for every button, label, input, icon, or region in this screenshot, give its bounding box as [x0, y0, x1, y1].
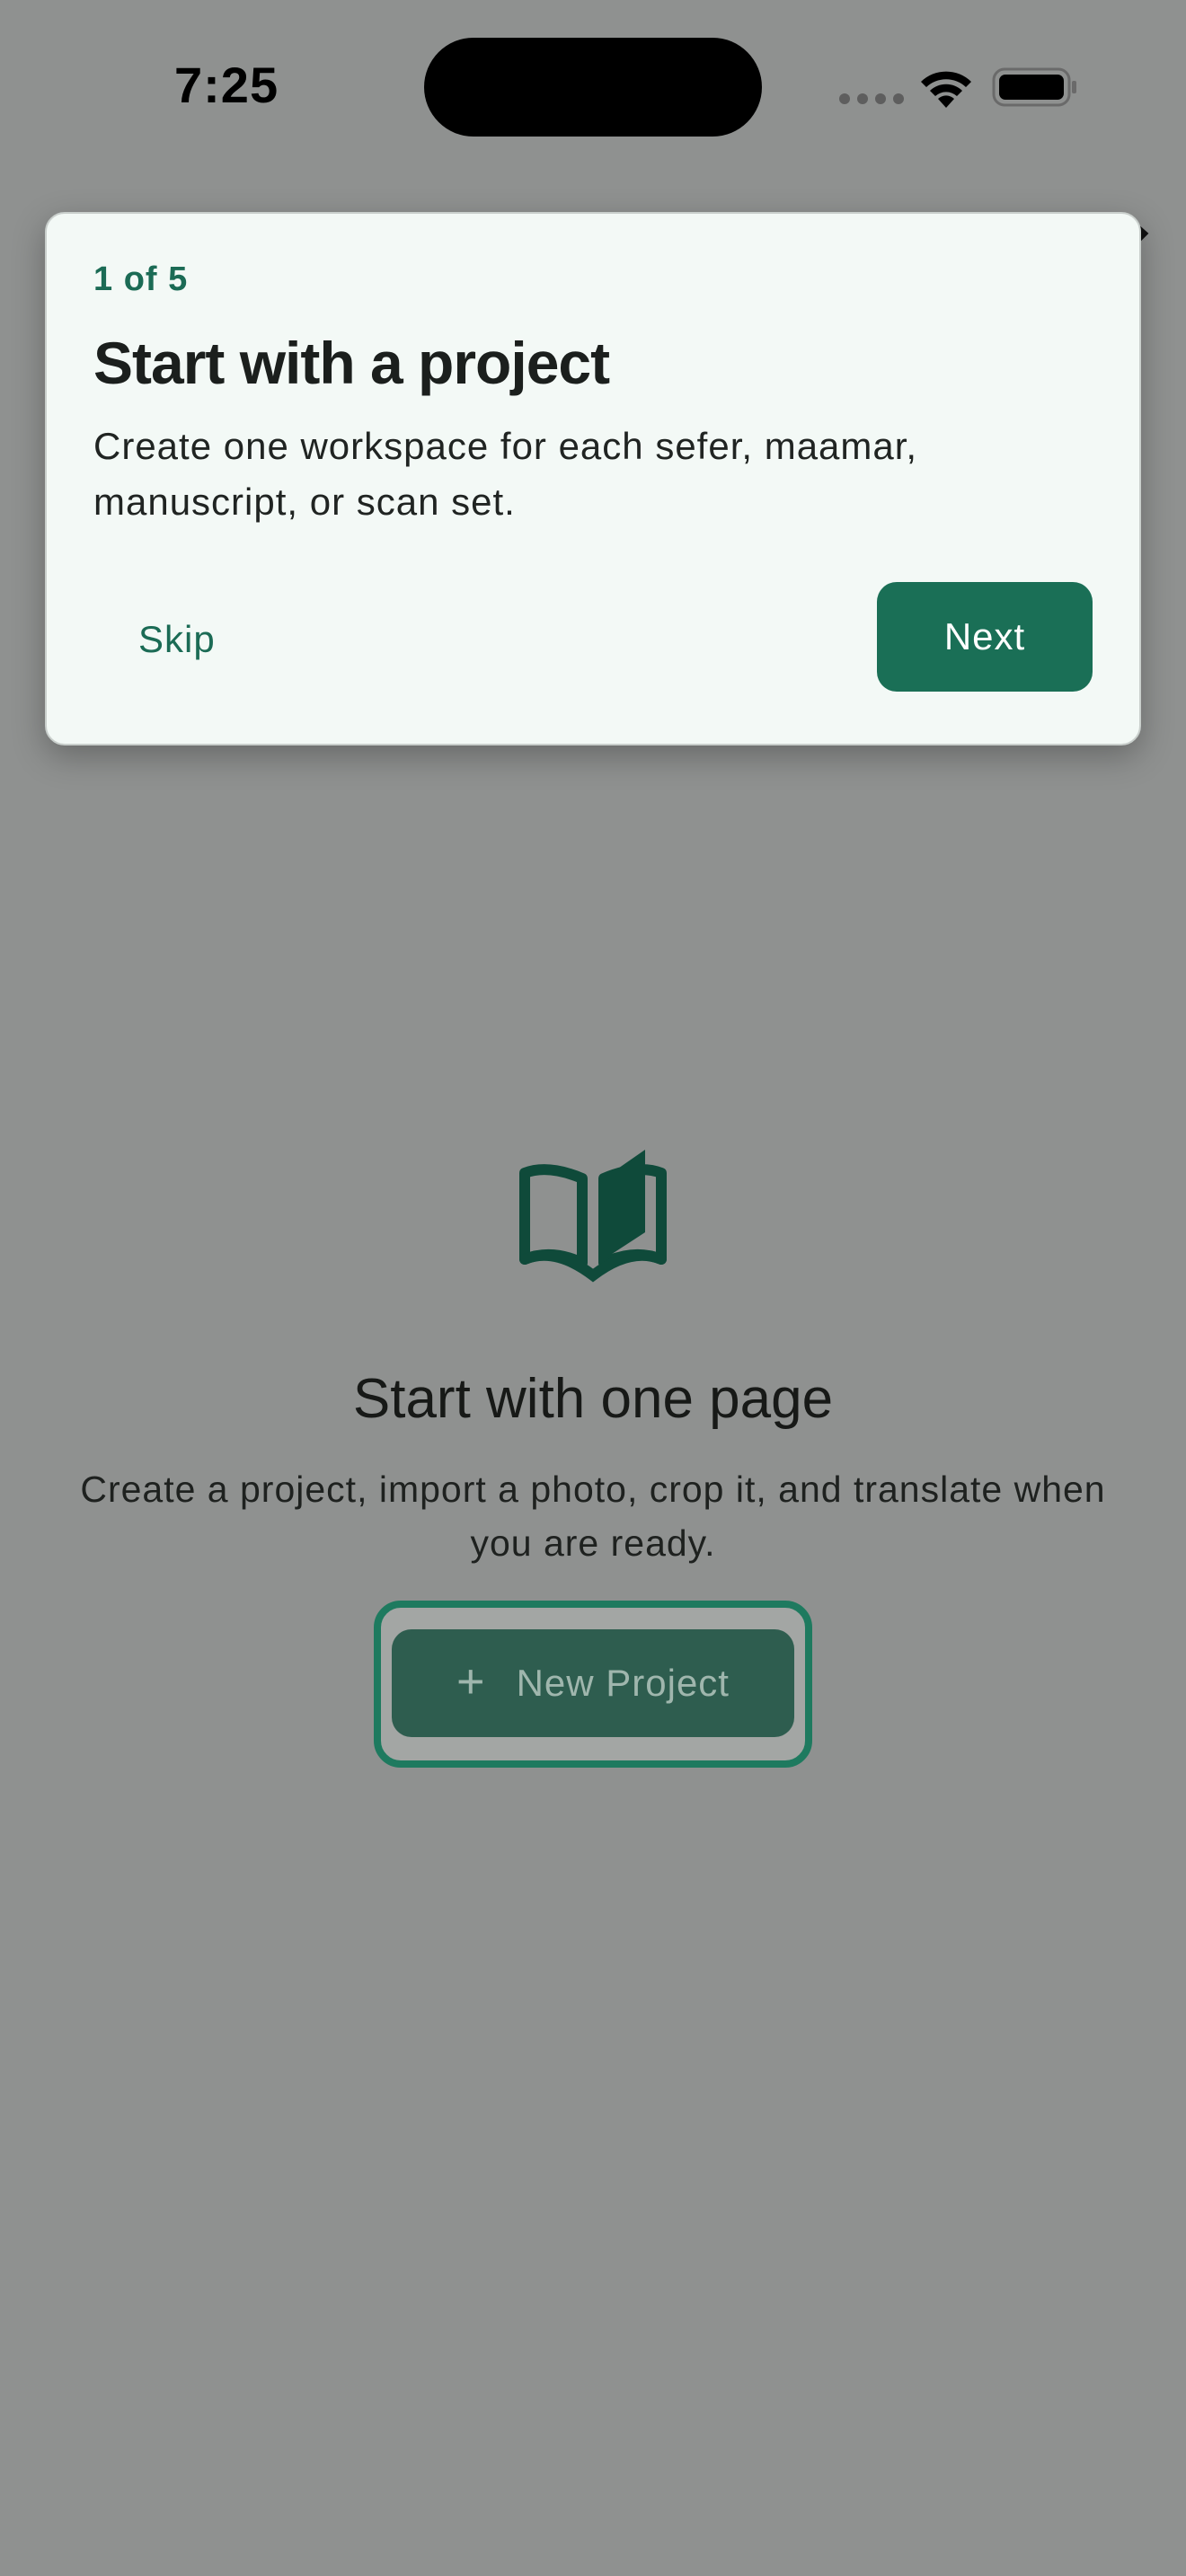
open-book-icon [519, 1150, 667, 1283]
coach-title: Start with a project [93, 330, 610, 396]
new-project-button[interactable]: + New Project [392, 1629, 794, 1737]
empty-state-subtitle: Create a project, import a photo, crop i… [80, 1469, 1106, 1564]
step-counter: 1 of 5 [93, 260, 189, 298]
wifi-icon [921, 71, 971, 108]
new-project-label: New Project [516, 1662, 730, 1704]
cellular-signal-icon [839, 93, 904, 104]
empty-state-title: Start with one page [352, 1368, 834, 1430]
coach-body: Create one workspace for each sefer, maa… [93, 425, 918, 523]
status-time: 7:25 [174, 57, 279, 113]
battery-icon [992, 67, 1076, 107]
dynamic-island [424, 38, 762, 137]
skip-button[interactable]: Skip [138, 586, 216, 693]
onboarding-coach-card: 1 of 5 Start with a project Create one w… [45, 212, 1141, 745]
plus-icon: + [456, 1654, 486, 1708]
next-button[interactable]: Next [877, 582, 1093, 692]
